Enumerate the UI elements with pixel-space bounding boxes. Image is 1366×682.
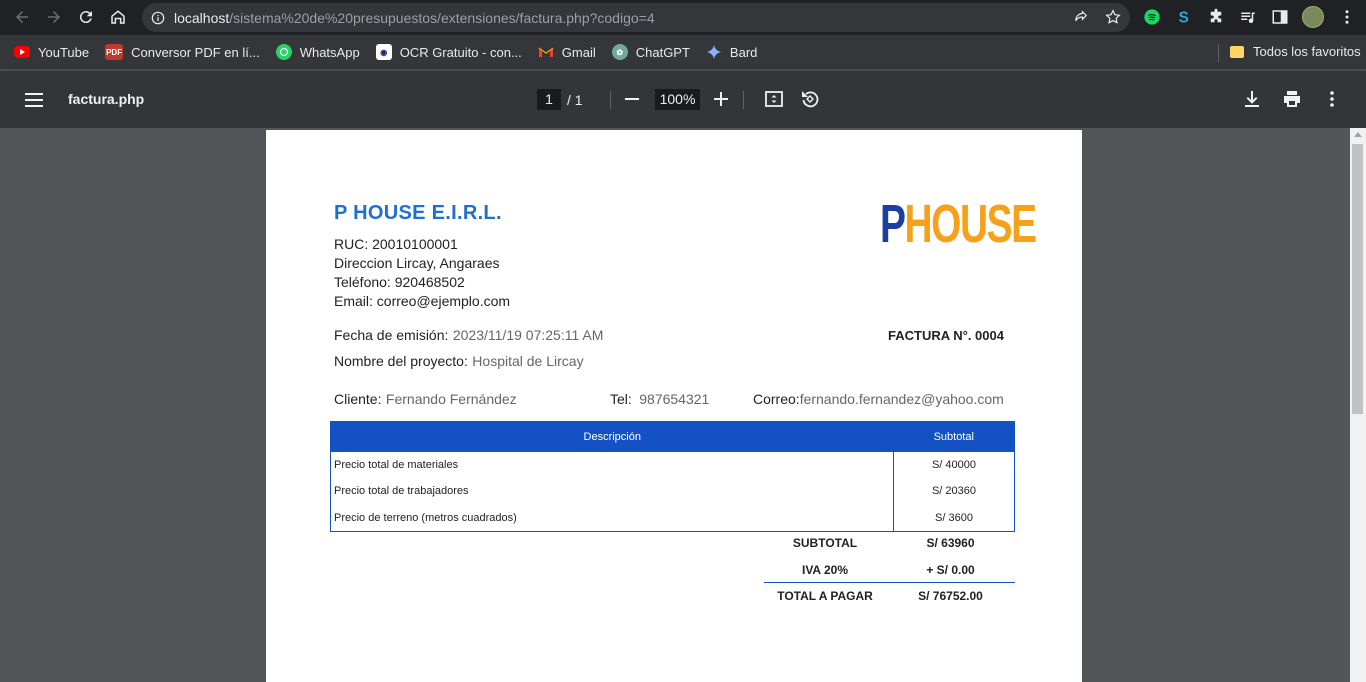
client-phone: Tel: 987654321 — [610, 391, 710, 407]
whatsapp-icon — [275, 44, 292, 60]
item-subtotal: S/ 40000 — [931, 458, 977, 471]
chatgpt-icon: ✿ — [611, 44, 628, 60]
address-bar[interactable]: localhost/sistema%20de%20presupuestos/ex… — [142, 3, 1130, 32]
rotate-button[interactable] — [798, 87, 822, 111]
svg-text:S: S — [1178, 9, 1188, 26]
fit-page-button[interactable] — [762, 87, 786, 111]
table-row: Precio de terreno (metros cuadrados) S/ … — [330, 504, 1015, 531]
youtube-icon — [14, 46, 30, 58]
bookmarks-bar: YouTube PDF Conversor PDF en lí... Whats… — [0, 35, 1366, 70]
extension-s-icon[interactable]: S — [1174, 8, 1193, 27]
bookmark-youtube[interactable]: YouTube — [14, 44, 89, 60]
total-value: S/ 76752.00 — [918, 589, 983, 603]
more-options-button[interactable] — [1320, 87, 1344, 111]
share-icon[interactable] — [1072, 8, 1090, 26]
company-logo: PHOUSE — [880, 194, 1037, 254]
print-button[interactable] — [1280, 87, 1304, 111]
bard-icon — [706, 44, 722, 60]
item-subtotal: S/ 20360 — [931, 485, 977, 498]
pdf-toolbar: factura.php 1 / 1 100% — [0, 71, 1366, 128]
company-ruc: RUC: 20010100001 — [334, 236, 458, 252]
plus-icon — [714, 92, 728, 106]
rotate-icon — [802, 91, 819, 108]
vertical-scrollbar[interactable] — [1350, 128, 1366, 682]
home-button[interactable] — [102, 1, 134, 33]
company-phone: Teléfono: 920468502 — [334, 274, 465, 290]
reload-icon — [79, 11, 92, 24]
item-subtotal: S/ 3600 — [935, 511, 973, 524]
table-header-row: Descripción Subtotal — [330, 421, 1015, 452]
pdf-icon: PDF — [105, 44, 124, 60]
iva-value: + S/ 0.00 — [926, 563, 975, 577]
arrow-left-icon — [16, 11, 28, 23]
bookmark-ocr[interactable]: ◉ OCR Gratuito - con... — [375, 44, 522, 60]
pdf-page: P HOUSE E.I.R.L. PHOUSE RUC: 20010100001… — [266, 130, 1082, 682]
puzzle-icon[interactable] — [1206, 8, 1225, 27]
star-icon[interactable] — [1104, 8, 1122, 26]
page-total: / 1 — [567, 91, 583, 108]
table-row: Precio total de materiales S/ 40000 — [330, 451, 1015, 478]
bookmark-gmail[interactable]: Gmail — [538, 44, 596, 60]
scrollbar-thumb[interactable] — [1352, 144, 1363, 414]
table-row: Precio total de trabajadores S/ 20360 — [330, 478, 1015, 505]
iva-label: IVA 20% — [801, 563, 849, 577]
back-button[interactable] — [6, 1, 38, 33]
project-name: Nombre del proyecto: Hospital de Lircay — [334, 353, 584, 369]
profile-avatar[interactable] — [1302, 6, 1324, 28]
subtotal-value: S/ 63960 — [926, 536, 975, 550]
page-number-input[interactable]: 1 — [537, 89, 561, 110]
bookmark-pdf-converter[interactable]: PDF Conversor PDF en lí... — [105, 44, 260, 60]
side-panel-icon[interactable] — [1270, 8, 1289, 27]
gmail-icon — [538, 44, 554, 60]
zoom-in-button[interactable] — [709, 87, 733, 111]
download-button[interactable] — [1240, 87, 1264, 111]
minus-icon — [625, 98, 639, 100]
reload-button[interactable] — [70, 1, 102, 33]
column-header-subtotal: Subtotal — [893, 421, 1015, 452]
toolbar-divider — [743, 91, 744, 109]
bookmark-bard[interactable]: Bard — [706, 44, 757, 60]
company-address: Direccion Lircay, Angaraes — [334, 255, 500, 271]
hamburger-menu-icon[interactable] — [24, 90, 44, 110]
bookmark-whatsapp[interactable]: WhatsApp — [275, 44, 360, 60]
issue-date: Fecha de emisión: 2023/11/19 07:25:11 AM — [334, 327, 604, 343]
scroll-up-arrow-icon[interactable] — [1354, 132, 1362, 137]
company-email: Email: correo@ejemplo.com — [334, 293, 511, 309]
kebab-menu-icon — [1330, 91, 1334, 107]
arrow-right-icon — [48, 11, 60, 23]
item-description: Precio total de materiales — [330, 451, 894, 478]
item-description: Precio total de trabajadores — [330, 478, 894, 505]
column-header-description: Descripción — [330, 421, 894, 452]
extension-green-icon[interactable] — [1142, 8, 1161, 27]
fit-page-icon — [765, 91, 783, 107]
client-name: Cliente: Fernando Fernández — [334, 391, 517, 407]
bookmark-chatgpt[interactable]: ✿ ChatGPT — [611, 44, 690, 60]
all-bookmarks-button[interactable]: Todos los favoritos — [1230, 44, 1361, 59]
download-icon — [1245, 91, 1259, 107]
toolbar-divider — [610, 91, 611, 109]
print-icon — [1284, 91, 1300, 107]
media-queue-icon[interactable] — [1238, 8, 1257, 27]
item-description: Precio de terreno (metros cuadrados) — [330, 504, 894, 531]
zoom-out-button[interactable] — [620, 87, 644, 111]
bookmarks-divider — [1218, 44, 1219, 62]
pdf-title: factura.php — [68, 91, 145, 107]
client-email: Correo:fernando.fernandez@yahoo.com — [753, 391, 1004, 407]
company-name: P HOUSE E.I.R.L. — [334, 202, 502, 224]
subtotal-label: SUBTOTAL — [792, 536, 858, 550]
page-selector: 1 / 1 — [537, 89, 583, 110]
forward-button[interactable] — [38, 1, 70, 33]
url-text: localhost/sistema%20de%20presupuestos/ex… — [174, 9, 655, 26]
browser-toolbar: localhost/sistema%20de%20presupuestos/ex… — [0, 0, 1366, 35]
info-icon — [151, 11, 165, 24]
zoom-level-input[interactable]: 100% — [655, 89, 700, 110]
folder-icon — [1230, 45, 1244, 58]
ocr-icon: ◉ — [375, 44, 392, 60]
kebab-menu-icon[interactable] — [1337, 8, 1356, 27]
items-table: Descripción Subtotal Precio total de mat… — [330, 421, 1015, 532]
total-divider — [764, 582, 1015, 583]
home-icon — [111, 10, 125, 24]
total-label: TOTAL A PAGAR — [777, 589, 873, 603]
invoice-number: FACTURA N°. 0004 — [888, 328, 1004, 343]
